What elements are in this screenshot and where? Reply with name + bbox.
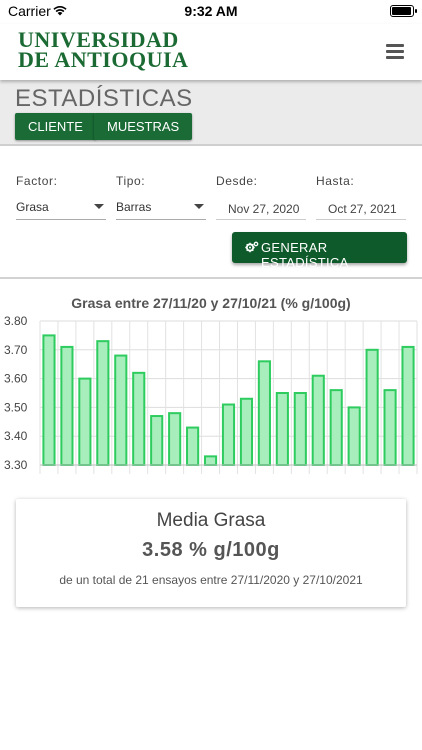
hamburger-icon[interactable] (386, 44, 404, 59)
chart-bar[interactable] (365, 348, 379, 466)
bar-chart: 3.80 3.70 3.60 3.50 3.40 3.30 (4, 314, 418, 474)
y-tick-label: 3.60 (4, 372, 28, 386)
hasta-label: Hasta: (316, 174, 355, 188)
hasta-value: Oct 27, 2021 (328, 202, 397, 216)
chart-bar[interactable] (42, 334, 56, 467)
gears-icon (245, 241, 259, 253)
status-bar: Carrier 9:32 AM (0, 0, 422, 24)
factor-value: Grasa (16, 200, 49, 214)
chart-bar[interactable] (239, 397, 254, 466)
section-divider (0, 277, 422, 279)
chart-bar[interactable] (221, 403, 236, 466)
generate-statistics-button[interactable]: GENERAR ESTADÍSTICA (232, 232, 407, 270)
factor-select[interactable]: Grasa (16, 196, 106, 220)
tipo-select[interactable]: Barras (116, 196, 206, 220)
chart-bar[interactable] (275, 392, 289, 466)
y-tick-label: 3.80 (4, 314, 28, 328)
summary-title: Media Grasa (156, 510, 266, 531)
chart-bar[interactable] (203, 455, 218, 467)
chart-bar[interactable] (186, 426, 200, 466)
y-tick-label: 3.50 (4, 400, 28, 414)
chevron-down-icon (194, 204, 204, 209)
chevron-down-icon (94, 204, 104, 209)
chart-title: Grasa entre 27/11/20 y 27/10/21 (% g/100… (71, 295, 351, 311)
chart-bar[interactable] (329, 389, 343, 466)
chart-bar[interactable] (383, 389, 397, 466)
chart-bar[interactable] (78, 377, 92, 466)
chart-bar[interactable] (114, 354, 128, 467)
summary-card: Media Grasa 3.58 % g/100g de un total de… (16, 499, 406, 607)
chart-bar[interactable] (60, 345, 74, 466)
chart-bar[interactable] (347, 406, 361, 466)
desde-date-field[interactable]: Nov 27, 2020 (216, 196, 306, 220)
logo-line-2: DE ANTIOQUIA (18, 47, 189, 72)
chart-bar[interactable] (311, 374, 325, 466)
university-logo[interactable]: UNIVERSIDAD DE ANTIOQUIA (18, 29, 189, 72)
y-tick-label: 3.30 (4, 458, 28, 472)
chart-bar[interactable] (132, 371, 146, 467)
desde-label: Desde: (216, 174, 258, 188)
summary-value: 3.58 % g/100g (142, 539, 280, 561)
filters-panel: Factor: Tipo: Desde: Hasta: Grasa Barras… (0, 148, 422, 278)
chart-bar[interactable] (401, 345, 415, 466)
summary-note: de un total de 21 ensayos entre 27/11/20… (59, 573, 363, 587)
y-tick-label: 3.40 (4, 429, 28, 443)
tab-cliente[interactable]: CLIENTE (15, 113, 96, 140)
hasta-date-field[interactable]: Oct 27, 2021 (316, 196, 406, 220)
generate-statistics-label: GENERAR ESTADÍSTICA (261, 240, 349, 270)
tipo-label: Tipo: (116, 174, 146, 188)
chart-bar[interactable] (96, 340, 110, 466)
page-title: ESTADÍSTICAS (15, 85, 193, 112)
chart-bar[interactable] (168, 412, 182, 467)
app-header: UNIVERSIDAD DE ANTIOQUIA (0, 24, 422, 80)
chart-bar[interactable] (150, 415, 164, 466)
battery-icon (390, 5, 417, 17)
desde-value: Nov 27, 2020 (228, 202, 300, 216)
y-tick-label: 3.70 (4, 343, 28, 357)
clock: 9:32 AM (184, 3, 238, 19)
factor-label: Factor: (16, 174, 58, 188)
tab-muestras[interactable]: MUESTRAS (94, 113, 193, 140)
chart-bar[interactable] (257, 360, 271, 466)
tipo-value: Barras (116, 200, 152, 214)
chart-bar[interactable] (293, 392, 307, 466)
statistics-section-header: ESTADÍSTICAS CLIENTE MUESTRAS (0, 80, 422, 146)
